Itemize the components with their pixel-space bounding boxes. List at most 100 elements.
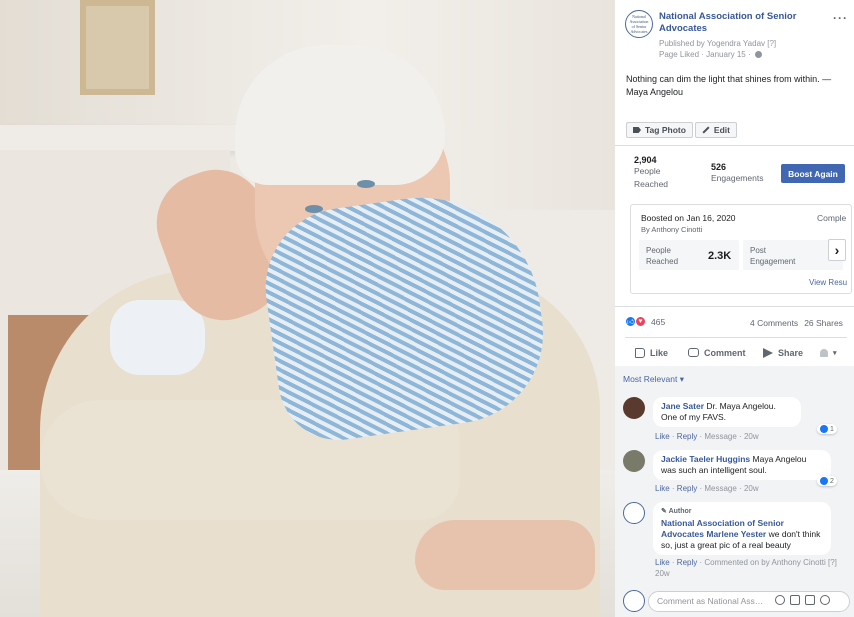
divider [625,337,847,338]
comment-time: 20w [655,569,670,578]
comment-like-count[interactable]: 1 [817,424,837,434]
emoji-icon[interactable] [775,595,785,605]
photo-hand [415,520,595,590]
reactions-summary[interactable]: 👍︎ ♥ 465 [625,316,665,327]
comment-sort-dropdown[interactable]: Most Relevant ▾ [623,374,684,385]
shares-count-link[interactable]: 26 Shares [804,318,843,328]
comment-reply-link[interactable]: Reply [677,484,697,493]
composer-icons [775,595,830,605]
page-liked-text: Page Liked · January 15 · [659,50,751,59]
boosted-on: Boosted on Jan 16, 2020 [641,213,736,223]
share-icon [763,347,773,358]
comment-item: Jane Sater Dr. Maya Angelou. One of my F… [623,397,848,447]
comment-like-link[interactable]: Like [655,432,670,441]
metric-label: Post Engagement [750,245,795,267]
comment-actions: Like · Reply · Commented on by Anthony C… [655,558,837,578]
comment-time: 20w [743,484,759,493]
comment-author[interactable]: Jackie Taeler Huggins [661,454,750,464]
thumbs-up-icon [635,347,645,358]
photo-mantel [0,125,260,151]
page-avatar[interactable]: National Association of Senior Advocates [625,10,653,38]
people-reached-metric: People Reached 2.3K [639,240,739,270]
comment-like-count[interactable]: 2 [817,476,837,486]
pencil-icon [702,126,710,134]
comments-section: Most Relevant ▾ Jane Sater Dr. Maya Ange… [615,366,854,617]
sticker-icon[interactable] [820,595,830,605]
comment-like-link[interactable]: Like [655,558,670,567]
love-reaction-icon: ♥ [635,316,646,327]
like-reaction-icon [820,477,828,485]
photo-eye [357,180,375,188]
author-badge: ✎ Author [661,508,692,515]
tag-photo-button[interactable]: Tag Photo [626,122,693,138]
comments-count-link[interactable]: 4 Comments [750,318,798,328]
commented-on-by: Commented on by Anthony Cinotti [?] [704,558,837,567]
post-side-panel: National Association of Senior Advocates… [615,0,854,617]
commenter-avatar[interactable] [623,502,645,524]
share-label: Share [778,347,804,358]
engagements-label: Engagements [711,173,764,183]
post-actions: Like Comment Share ▾ [615,339,854,366]
comment-bubble: ✎ Author National Association of Senior … [653,502,831,555]
comment-composer: Comment as National Ass… [615,585,854,617]
like-button[interactable]: Like [635,347,669,358]
comments-shares-counts: 4 Comments 26 Shares [750,318,843,328]
photo-shirt-cuff [110,300,205,375]
page-liked-line: Page Liked · January 15 · [659,50,762,59]
comment-author[interactable]: Jane Sater [661,401,704,411]
like-label: Like [650,347,669,358]
divider [615,145,854,146]
boost-results-card: Boosted on Jan 16, 2020 By Anthony Cinot… [630,204,852,294]
photo-hair [235,45,445,185]
people-reached-label-1: People [634,166,661,176]
view-results-link[interactable]: View Resu [809,278,847,287]
comment-like-number: 1 [830,425,834,433]
page-avatar-text: National Association of Senior Advocates [629,14,649,34]
notification-settings-button[interactable]: ▾ [820,348,837,357]
engagements-number: 526 [711,162,727,172]
commenter-avatar[interactable] [623,397,645,419]
boost-again-button[interactable]: Boost Again [781,164,845,183]
comment-mention[interactable]: Marlene Yester [706,529,766,539]
bell-icon [820,348,828,357]
share-button[interactable]: Share [763,347,804,358]
comment-bubble: Jackie Taeler Huggins Maya Angelou was s… [653,450,831,480]
people-reached-number: 2,904 [634,155,657,165]
comment-reply-link[interactable]: Reply [677,558,697,567]
comment-message-link[interactable]: Message [704,484,736,493]
boost-status: Comple [817,213,847,223]
author-badge-label: Author [668,508,692,515]
metric-label-line: Post [750,246,767,255]
comment-time: 20w [743,432,759,441]
divider [615,306,854,307]
comment-like-number: 2 [830,477,834,485]
comment-icon [688,348,699,357]
reaction-count: 465 [651,316,666,327]
boosted-by: By Anthony Cinotti [641,225,703,234]
metric-label-line: Engagement [750,257,796,266]
tag-icon [633,127,641,133]
post-photo[interactable] [0,0,615,617]
comment-item: ✎ Author National Association of Senior … [623,502,848,582]
comment-reply-link[interactable]: Reply [677,432,697,441]
page-name-link[interactable]: National Association of Senior Advocates [659,11,829,35]
ellipsis-icon[interactable]: ··· [833,11,848,25]
like-reaction-icon [820,425,828,433]
comment-actions: Like · Reply · Message · 20w [655,432,759,441]
camera-icon[interactable] [790,595,800,605]
commenter-avatar[interactable] [623,450,645,472]
comment-actions: Like · Reply · Message · 20w [655,484,759,493]
comment-like-link[interactable]: Like [655,484,670,493]
chevron-right-icon[interactable]: › [828,239,846,261]
gif-icon[interactable] [805,595,815,605]
edit-label: Edit [713,125,730,135]
edit-button[interactable]: Edit [694,122,737,138]
photo-tools: Tag Photo Edit [626,122,737,138]
post-header: National Association of Senior Advocates… [615,0,854,70]
comment-button[interactable]: Comment [688,348,746,358]
comment-message-link[interactable]: Message [704,432,736,441]
photo-picture-frame [80,0,155,95]
people-reached-value: 2.3K [708,250,732,262]
comment-bubble: Jane Sater Dr. Maya Angelou. One of my F… [653,397,801,427]
globe-icon [754,51,762,58]
